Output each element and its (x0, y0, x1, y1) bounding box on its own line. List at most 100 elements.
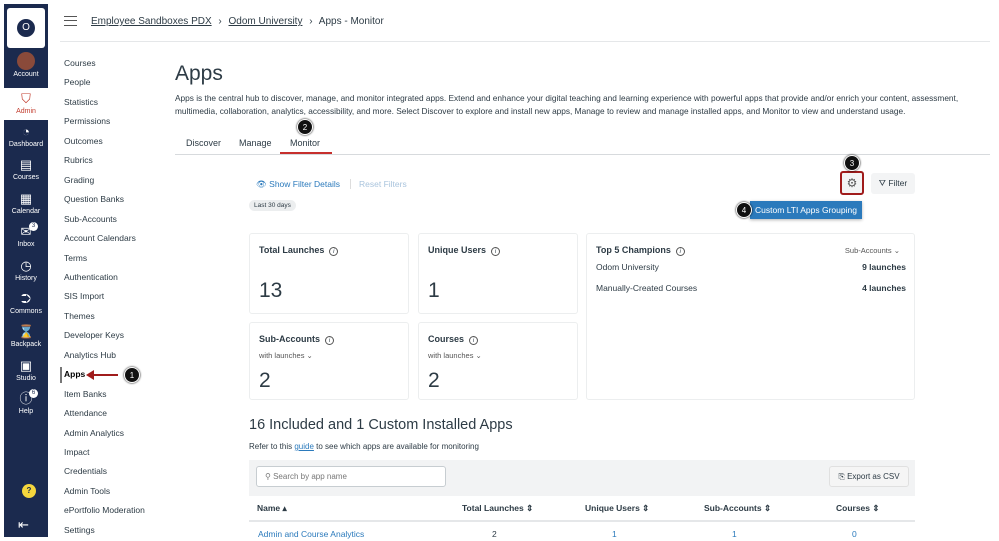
subnav-item[interactable]: Item Banks (64, 389, 107, 399)
chevron-down-icon: ⌄ (894, 246, 900, 255)
subnav-item[interactable]: Rubrics (64, 155, 93, 165)
institution-logo[interactable]: O (7, 8, 45, 48)
card-title-text: Unique Users (428, 245, 486, 255)
subnav-item[interactable]: Developer Keys (64, 330, 124, 340)
breadcrumb-current: Apps - Monitor (319, 16, 384, 27)
hamburger-icon[interactable] (64, 16, 77, 26)
subnav-item[interactable]: People (64, 77, 90, 87)
subnav-item[interactable]: Attendance (64, 408, 107, 418)
subnav-item[interactable]: Courses (64, 58, 96, 68)
info-icon[interactable]: i (325, 336, 334, 345)
commons-icon: ⮊ (18, 291, 34, 307)
column-sub-accounts[interactable]: Sub-Accounts ⇕ (704, 503, 771, 514)
info-icon[interactable]: i (329, 247, 338, 256)
nav-courses[interactable]: ▤Courses (4, 157, 48, 181)
nav-label: Admin (16, 108, 36, 115)
column-name[interactable]: Name ▴ (257, 503, 287, 514)
eye-icon: 👁︎ (256, 179, 269, 189)
search-icon: ⚲ (265, 472, 273, 481)
subnav-item[interactable]: Impact (64, 447, 90, 457)
nav-account[interactable]: Account (4, 52, 48, 78)
column-unique-users[interactable]: Unique Users ⇕ (585, 503, 649, 514)
date-range-pill[interactable]: Last 30 days (249, 200, 296, 211)
breadcrumb-link[interactable]: Odom University (229, 16, 303, 27)
nav-commons[interactable]: ⮊Commons (4, 291, 48, 315)
nav-history[interactable]: ◷History (4, 258, 48, 282)
info-icon[interactable]: i (676, 247, 685, 256)
calendar-icon: ▦ (18, 191, 34, 207)
nav-admin[interactable]: ⛉Admin (4, 88, 48, 120)
search-placeholder: Search by app name (273, 472, 347, 481)
subnav-item[interactable]: Apps (64, 369, 85, 379)
app-search-input[interactable]: ⚲ Search by app name (256, 466, 446, 487)
subnav-item[interactable]: Credentials (64, 466, 107, 476)
subnav-item[interactable]: Account Calendars (64, 233, 136, 243)
subnav-item[interactable]: Grading (64, 175, 94, 185)
subnav-item[interactable]: Settings (64, 525, 95, 535)
show-filter-details-button[interactable]: 👁︎ Show Filter Details (256, 179, 340, 190)
guide-link[interactable]: guide (294, 442, 314, 451)
collapse-nav-icon[interactable]: ⇤ (18, 517, 29, 533)
filter-label: Filter (888, 178, 907, 188)
card-title-text: Top 5 Champions (596, 245, 671, 255)
info-icon[interactable]: i (469, 336, 478, 345)
subnav-item[interactable]: Admin Analytics (64, 428, 124, 438)
total-launches-card: Total Launchesi13 (249, 233, 409, 314)
nav-calendar[interactable]: ▦Calendar (4, 191, 48, 215)
breadcrumb-separator: › (218, 16, 221, 27)
tab-discover[interactable]: Discover (186, 138, 221, 148)
settings-button[interactable]: ⚙ (840, 171, 864, 195)
nav-backpack[interactable]: ⌛Backpack (4, 324, 48, 348)
sub-accounts-link[interactable]: 1 (732, 529, 737, 539)
subnav-item[interactable]: Sub-Accounts (64, 214, 117, 224)
courses-link[interactable]: 0 (852, 529, 857, 539)
app-name-link[interactable]: Admin and Course Analytics (258, 529, 364, 539)
subnav-item[interactable]: ePortfolio Moderation (64, 505, 145, 515)
subnav-item[interactable]: SIS Import (64, 291, 104, 301)
assist-icon[interactable]: ? (22, 484, 36, 498)
nav-label: Backpack (11, 341, 41, 348)
nav-dashboard[interactable]: ◔Dashboard (4, 124, 48, 148)
launches-dropdown[interactable]: with launches ⌄ (428, 351, 482, 360)
nav-help[interactable]: ⓘ6Help (4, 391, 48, 415)
subnav-item[interactable]: Statistics (64, 97, 98, 107)
subnav-item[interactable]: Outcomes (64, 136, 103, 146)
step-badge: 1 (124, 367, 140, 383)
custom-lti-apps-grouping-menu-item[interactable]: Custom LTI Apps Grouping (750, 201, 862, 219)
subnav-item[interactable]: Permissions (64, 116, 110, 126)
clock-icon: ◷ (18, 258, 34, 274)
subnav-item[interactable]: Themes (64, 311, 95, 321)
subnav-item[interactable]: Admin Tools (64, 486, 110, 496)
card-value: 2 (259, 369, 271, 393)
subnav-item[interactable]: Terms (64, 253, 87, 263)
unique-users-link[interactable]: 1 (612, 529, 617, 539)
launches-dropdown[interactable]: with launches ⌄ (259, 351, 313, 360)
subnav-item[interactable]: Analytics Hub (64, 350, 116, 360)
champion-value: 9 launches (862, 262, 906, 272)
subnav-item[interactable]: Authentication (64, 272, 118, 282)
card-value: 2 (428, 369, 440, 393)
nav-inbox[interactable]: ✉3Inbox (4, 224, 48, 248)
nav-label: Commons (10, 308, 42, 315)
active-tab-underline (280, 152, 332, 154)
guide-text-post: to see which apps are available for moni… (314, 442, 479, 451)
export-csv-button[interactable]: ⎘ Export as CSV (829, 466, 909, 487)
card-value: 13 (259, 279, 282, 303)
step-badge: 3 (844, 155, 860, 171)
column-total-launches[interactable]: Total Launches ⇕ (462, 503, 533, 514)
subnav-item[interactable]: Question Banks (64, 194, 124, 204)
reset-filters-button[interactable]: Reset Filters (350, 179, 407, 189)
nav-label: Account (13, 71, 38, 78)
unique-users-card: Unique Usersi1 (418, 233, 578, 314)
column-courses[interactable]: Courses ⇕ (836, 503, 880, 514)
filter-button[interactable]: ⛛ Filter (871, 173, 915, 194)
tab-monitor[interactable]: Monitor (290, 138, 320, 148)
info-icon[interactable]: i (491, 247, 500, 256)
step-badge: 4 (736, 202, 752, 218)
champions-selector[interactable]: Sub-Accounts ⌄ (845, 246, 900, 255)
nav-studio[interactable]: ▣Studio (4, 358, 48, 382)
tab-manage[interactable]: Manage (239, 138, 272, 148)
breadcrumb-link[interactable]: Employee Sandboxes PDX (91, 16, 212, 27)
nav-label: Help (19, 408, 33, 415)
breadcrumb-separator: › (309, 16, 312, 27)
